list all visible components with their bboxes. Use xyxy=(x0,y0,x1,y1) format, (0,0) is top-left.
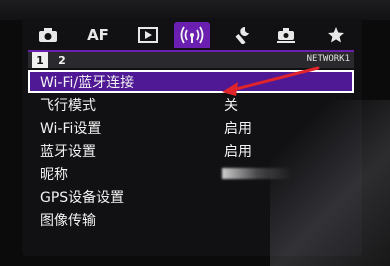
menu-list: Wi-Fi/蓝牙连接 飞行模式 关 Wi-Fi设置 启用 蓝牙设置 启用 昵称 … xyxy=(28,70,354,231)
page-strip: 1 2 NETWORK1 xyxy=(28,50,354,68)
page-tab-2[interactable]: 2 xyxy=(54,52,70,68)
menu-item-label: 图像传输 xyxy=(40,212,96,229)
camera-icon xyxy=(39,28,57,42)
menu-item-value: 启用 xyxy=(224,143,252,160)
nickname-value-obscured xyxy=(222,168,292,179)
menu-item-wifi-bluetooth-connect[interactable]: Wi-Fi/蓝牙连接 xyxy=(28,70,354,93)
menu-item-value: 启用 xyxy=(224,120,252,137)
tab-af[interactable]: AF xyxy=(80,22,116,48)
tab-wireless[interactable] xyxy=(174,22,210,48)
page-tab-2-label: 2 xyxy=(58,53,66,67)
tab-custom[interactable] xyxy=(268,22,304,48)
camera-bezel xyxy=(0,0,390,20)
menu-item-label: 蓝牙设置 xyxy=(40,143,96,160)
menu-item-label: Wi-Fi/蓝牙连接 xyxy=(40,74,135,91)
tab-setup[interactable] xyxy=(224,22,260,48)
menu-item-value: 关 xyxy=(224,97,238,114)
tab-my-menu[interactable] xyxy=(318,22,354,48)
camera-lcd-screen: AF 1 2 NETWORK1 Wi-Fi/蓝牙连接 飞行模式 关 Wi-Fi设… xyxy=(22,18,362,256)
tab-af-label: AF xyxy=(87,26,109,44)
menu-item-wifi-settings[interactable]: Wi-Fi设置 启用 xyxy=(28,116,354,139)
page-name: NETWORK1 xyxy=(306,54,350,64)
menu-item-nickname[interactable]: 昵称 xyxy=(28,162,354,185)
tab-playback[interactable] xyxy=(130,22,166,48)
tab-shooting[interactable] xyxy=(30,22,66,48)
star-icon xyxy=(328,27,344,43)
page-tab-1[interactable]: 1 xyxy=(32,52,48,68)
menu-item-image-transfer[interactable]: 图像传输 xyxy=(28,208,354,231)
menu-item-airplane-mode[interactable]: 飞行模式 关 xyxy=(28,93,354,116)
play-icon xyxy=(138,27,158,43)
menu-item-label: 飞行模式 xyxy=(40,97,96,114)
menu-item-gps-settings[interactable]: GPS设备设置 xyxy=(28,185,354,208)
menu-item-label: 昵称 xyxy=(40,166,68,183)
menu-item-label: GPS设备设置 xyxy=(40,189,125,206)
menu-tab-bar: AF xyxy=(22,22,362,50)
wrench-icon xyxy=(235,26,249,44)
menu-item-bluetooth-settings[interactable]: 蓝牙设置 启用 xyxy=(28,139,354,162)
page-tab-1-label: 1 xyxy=(36,53,44,67)
wireless-icon xyxy=(180,26,204,44)
custom-camera-icon xyxy=(277,28,295,43)
menu-item-label: Wi-Fi设置 xyxy=(40,120,102,137)
